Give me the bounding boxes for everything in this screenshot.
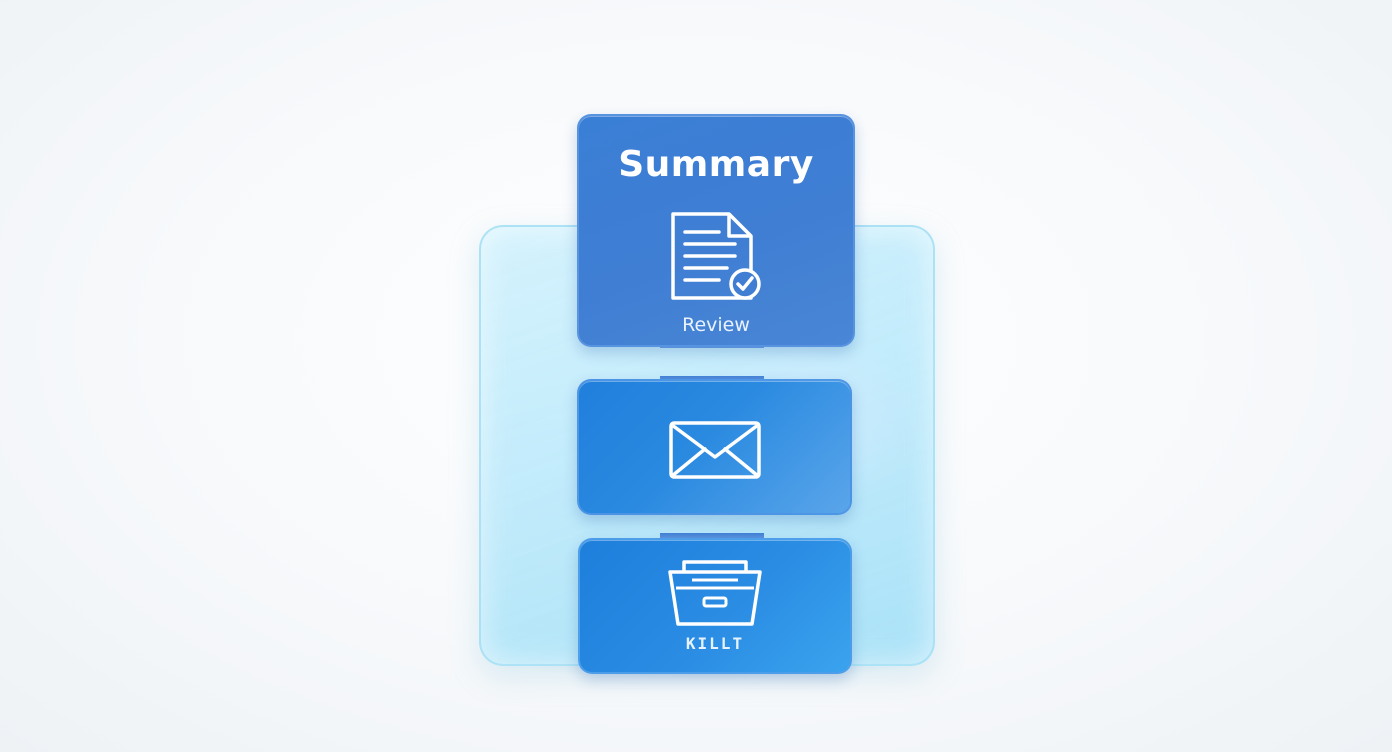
- summary-title: Summary: [618, 144, 814, 185]
- summary-caption: Review: [682, 314, 750, 336]
- document-check-icon: [671, 212, 763, 308]
- archive-caption: KILLT: [685, 634, 745, 653]
- envelope-icon: [669, 421, 761, 483]
- summary-card[interactable]: Summary Review: [577, 114, 855, 347]
- mail-card[interactable]: [577, 379, 852, 515]
- archive-drawer-icon: [666, 558, 764, 636]
- archive-card[interactable]: KILLT: [578, 538, 852, 674]
